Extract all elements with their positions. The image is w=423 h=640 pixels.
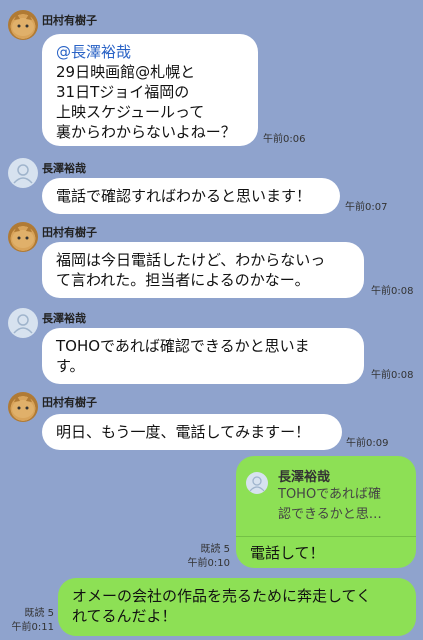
user-avatar-icon [13,314,33,334]
quoted-line: 認できるかと思… [278,507,382,522]
message-bubble[interactable]: @長澤裕哉 29日映画館@札幌と 31日Tジョイ福岡の 上映スケジュールって 裏… [42,34,258,146]
sender-name: 田村有樹子 [42,396,97,409]
avatar[interactable] [8,392,38,422]
cat-avatar-icon [12,226,34,248]
message-time: 午前0:10 [187,558,230,569]
quoted-sender: 長澤裕哉 [278,470,331,485]
message-line: 31日Tジョイ福岡の [56,83,190,101]
sender-name: 田村有樹子 [42,226,97,239]
mention-link[interactable]: @長澤裕哉 [56,42,244,62]
quoted-avatar [246,472,268,494]
message-bubble[interactable]: 電話で確認すればわかると思います！ [42,178,340,214]
message-line: す。 [56,357,85,375]
message-time: 午前0:09 [346,438,389,449]
message-text: 明日、もう一度、電話してみますー！ [56,423,311,441]
quoted-line: TOHOであれば確 [278,487,382,502]
quoted-text: TOHOであれば確 認できるかと思… [278,485,423,525]
sender-name: 長澤裕哉 [42,162,86,175]
user-avatar-icon [13,164,33,184]
avatar[interactable] [8,308,38,338]
cat-avatar-icon [12,14,34,36]
message-line: 裏からわからないよねー？ [56,123,236,141]
user-avatar-icon [249,476,265,492]
avatar[interactable] [8,10,38,40]
message-line: 上映スケジュールって [56,103,205,121]
message-text: 電話で確認すればわかると思います！ [56,187,312,205]
message-bubble[interactable]: TOHOであれば確認できるかと思いま す。 [42,328,364,384]
avatar[interactable] [8,222,38,252]
message-line: て言われた。担当者によるのかなー。 [56,271,310,289]
message-time: 午前0:11 [11,622,54,633]
message-line: 29日映画館@札幌と [56,63,196,81]
message-bubble[interactable]: 明日、もう一度、電話してみますー！ [42,414,342,450]
read-receipt: 既読 5 [200,544,230,555]
message-time: 午前0:07 [345,202,388,213]
message-line: TOHOであれば確認できるかと思いま [56,337,310,355]
read-receipt: 既読 5 [24,608,54,619]
message-time: 午前0:08 [371,286,414,297]
cat-avatar-icon [12,396,34,418]
message-time: 午前0:06 [263,134,306,145]
avatar[interactable] [8,158,38,188]
message-time: 午前0:08 [371,370,414,381]
reply-bubble[interactable]: 長澤裕哉 TOHOであれば確 認できるかと思… 電話して！ [236,456,416,568]
sender-name: 田村有樹子 [42,14,97,27]
message-line: オメーの会社の作品を売るために奔走してく [72,587,372,605]
message-line: れてるんだよ！ [72,607,177,625]
message-text: 電話して！ [250,544,325,562]
message-bubble[interactable]: 福岡は今日電話したけど、わからないっ て言われた。担当者によるのかなー。 [42,242,364,298]
message-line: 福岡は今日電話したけど、わからないっ [56,251,326,269]
quoted-message[interactable]: 長澤裕哉 TOHOであれば確 認できるかと思… [236,456,416,537]
message-bubble[interactable]: オメーの会社の作品を売るために奔走してく れてるんだよ！ [58,578,416,636]
sender-name: 長澤裕哉 [42,312,86,325]
